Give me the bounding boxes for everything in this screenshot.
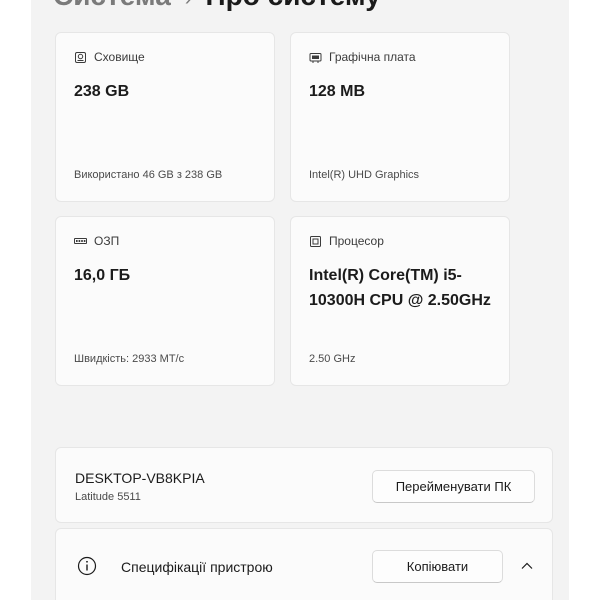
processor-value: Intel(R) Core(TM) i5-10300H CPU @ 2.50GH… (309, 267, 491, 309)
memory-icon (74, 237, 87, 244)
device-name-section: DESKTOP-VB8KPIA Latitude 5511 Перейменув… (55, 447, 553, 523)
graphics-adapter-name: Intel(R) UHD Graphics (309, 169, 420, 181)
processor-icon (310, 235, 321, 247)
graphics-card-header: Графічна плата (309, 50, 416, 64)
ram-value: 16,0 ГБ (74, 267, 131, 284)
breadcrumb-system[interactable]: Система (53, 0, 171, 11)
processor-card[interactable]: Процесор Intel(R) Core(TM) i5-10300H CPU… (290, 216, 510, 386)
processor-card-header: Процесор (309, 234, 384, 248)
device-specifications-section[interactable]: Специфікації пристрою Копіювати (55, 528, 553, 600)
graphics-card-icon (309, 52, 322, 63)
device-model: Latitude 5511 (75, 491, 141, 503)
device-name: DESKTOP-VB8KPIA (75, 470, 205, 486)
rename-pc-button[interactable]: Перейменувати ПК (372, 470, 535, 503)
copy-specs-button[interactable]: Копіювати (372, 550, 503, 583)
info-icon (77, 556, 97, 576)
ram-speed: Швидкість: 2933 MT/с (74, 353, 185, 365)
storage-drive-icon (75, 51, 86, 63)
graphics-label: Графічна плата (329, 50, 416, 64)
storage-card-header: Сховище (74, 50, 145, 64)
processor-label: Процесор (329, 234, 384, 248)
storage-value: 238 GB (74, 83, 130, 100)
device-specifications-label: Специфікації пристрою (121, 559, 273, 575)
graphics-memory-value: 128 MB (309, 83, 366, 100)
storage-card[interactable]: Сховище 238 GB Використано 46 GB з 238 G… (55, 32, 275, 202)
ram-card[interactable]: ОЗП 16,0 ГБ Швидкість: 2933 MT/с (55, 216, 275, 386)
settings-content-panel: Система › Про систему Сховище 238 GB Викор… (31, 0, 569, 600)
graphics-card[interactable]: Графічна плата 128 MB Intel(R) UHD Graph… (290, 32, 510, 202)
page-header: Система › Про систему (53, 0, 381, 12)
processor-speed: 2.50 GHz (309, 353, 356, 365)
page-title: Про систему (206, 0, 381, 11)
chevron-up-icon[interactable] (518, 557, 536, 575)
ram-label: ОЗП (94, 234, 120, 248)
ram-card-header: ОЗП (74, 234, 119, 248)
breadcrumb-separator: › (185, 0, 192, 10)
storage-label: Сховище (94, 50, 145, 64)
storage-usage: Використано 46 GB з 238 GB (74, 169, 223, 181)
